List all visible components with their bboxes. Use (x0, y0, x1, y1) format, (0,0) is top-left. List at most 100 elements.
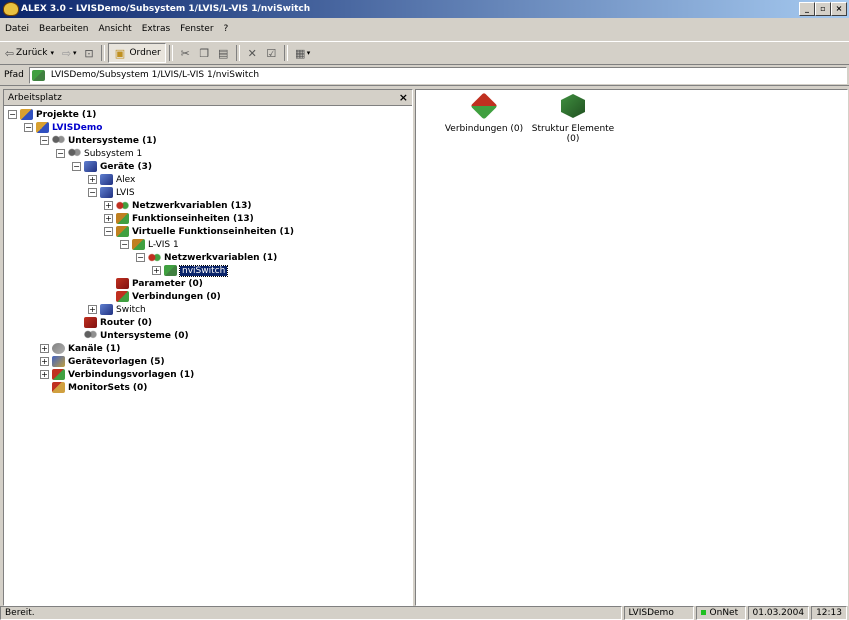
tree-node[interactable]: − Netzwerkvariablen (1) (8, 251, 412, 264)
tree-node[interactable]: Untersysteme (0) (8, 329, 412, 342)
back-button[interactable]: ⇦ Zurück ▾ (0, 44, 57, 62)
toolbar: ⇦ Zurück ▾ ⇨ ▾ ⊡ ▣ Ordner ✂ ❐ ▤ ✕ ☑ ▦ ▾ (0, 41, 849, 65)
address-field[interactable]: LVISDemo/Subsystem 1/LVIS/L-VIS 1/nviSwi… (28, 66, 847, 84)
tree-node[interactable]: − Subsystem 1 (8, 147, 412, 160)
collapse-icon[interactable]: − (136, 253, 145, 262)
nv-icon (116, 200, 129, 211)
expand-icon[interactable]: + (40, 370, 49, 379)
expand-icon[interactable]: + (40, 357, 49, 366)
collapse-icon[interactable]: − (88, 188, 97, 197)
collapse-icon[interactable]: − (24, 123, 33, 132)
project-tree: − Projekte (1) − LVISDemo − Untersysteme (1) −… (4, 106, 412, 394)
tree-node[interactable]: − Geräte (3) (8, 160, 412, 173)
menu-ansicht[interactable]: Ansicht (93, 24, 136, 34)
tree-node-label: Gerätevorlagen (5) (68, 356, 165, 367)
up-button[interactable]: ⊡ (79, 44, 98, 62)
nv-icon (148, 252, 161, 263)
func-icon (116, 213, 129, 224)
people-icon (68, 148, 81, 159)
close-button[interactable]: × (831, 2, 847, 16)
mon-icon (52, 382, 65, 393)
cut-icon: ✂ (180, 46, 190, 60)
expand-icon[interactable]: + (88, 305, 97, 314)
delete-button[interactable]: ✕ (243, 44, 262, 62)
folder-toggle-button[interactable]: ▣ Ordner (108, 43, 166, 63)
toolbar-separator (168, 45, 173, 61)
param-icon (116, 278, 129, 289)
tree-node-label: L-VIS 1 (148, 239, 179, 250)
structure-elements-icon (561, 94, 585, 118)
expand-icon[interactable]: + (152, 266, 161, 275)
tree-node-label: Router (0) (100, 317, 152, 328)
panel-close-button[interactable]: × (399, 91, 408, 104)
conn-icon (52, 369, 65, 380)
collapse-icon[interactable]: − (56, 149, 65, 158)
tree-node[interactable]: + Kanäle (1) (8, 342, 412, 355)
tree-node-label: Netzwerkvariablen (1) (164, 252, 278, 263)
collapse-icon[interactable]: − (8, 110, 17, 119)
views-button[interactable]: ▦ ▾ (291, 44, 314, 62)
connections-item[interactable]: Verbindungen (0) (439, 92, 529, 134)
tree-node-label: LVISDemo (52, 122, 103, 133)
cut-button[interactable]: ✂ (176, 44, 195, 62)
tree-node-label: Virtuelle Funktionseinheiten (1) (132, 226, 295, 237)
tree-node[interactable]: Parameter (0) (8, 277, 412, 290)
paste-button[interactable]: ▤ (214, 44, 233, 62)
collapse-icon[interactable]: − (104, 227, 113, 236)
tree-node-label: LVIS (116, 187, 135, 198)
menu-fenster[interactable]: Fenster (175, 24, 218, 34)
status-network-label: OnNet (709, 607, 739, 618)
content-panel: Verbindungen (0) Struktur Elemente (0) (415, 89, 848, 606)
minimize-button[interactable]: _ (799, 2, 815, 16)
tree-node[interactable]: − Untersysteme (1) (8, 134, 412, 147)
forward-button[interactable]: ⇨ ▾ (57, 44, 80, 62)
back-arrow-icon: ⇦ (4, 46, 15, 60)
address-bar: Pfad LVISDemo/Subsystem 1/LVIS/L-VIS 1/n… (0, 65, 849, 86)
people-icon (52, 135, 65, 146)
tree-node-label: nviSwitch (178, 264, 229, 277)
tree-node-label: MonitorSets (0) (68, 382, 148, 393)
collapse-icon[interactable]: − (72, 162, 81, 171)
toolbar-separator (235, 45, 240, 61)
properties-icon: ☑ (266, 46, 277, 60)
expand-icon[interactable]: + (104, 201, 113, 210)
status-time: 12:13 (811, 605, 847, 620)
tree-node-label: Geräte (3) (100, 161, 153, 172)
tree-node[interactable]: + nviSwitch (8, 264, 412, 277)
menu-bearbeiten[interactable]: Bearbeiten (34, 24, 93, 34)
tree-node[interactable]: + Funktionseinheiten (13) (8, 212, 412, 225)
tree-node[interactable]: MonitorSets (0) (8, 381, 412, 394)
menu-datei[interactable]: Datei (0, 24, 34, 34)
expand-icon[interactable]: + (88, 175, 97, 184)
tree-node[interactable]: − L-VIS 1 (8, 238, 412, 251)
tree-node[interactable]: − LVISDemo (8, 121, 412, 134)
tree-node[interactable]: + Alex (8, 173, 412, 186)
tree-node[interactable]: + Switch (8, 303, 412, 316)
expand-icon[interactable]: + (104, 214, 113, 223)
tree-node-label: Switch (116, 304, 146, 315)
properties-button[interactable]: ☑ (262, 44, 281, 62)
tree-node-label: Verbindungen (0) (132, 291, 221, 302)
collapse-icon[interactable]: − (40, 136, 49, 145)
delete-icon: ✕ (247, 46, 257, 60)
menu-extras[interactable]: Extras (137, 24, 175, 34)
tree-node-label: Untersysteme (0) (100, 330, 189, 341)
tree-node[interactable]: Router (0) (8, 316, 412, 329)
nvi-icon (164, 265, 177, 276)
menu-bar: Datei Bearbeiten Ansicht Extras Fenster … (0, 21, 233, 37)
menu-help[interactable]: ? (219, 24, 234, 34)
tree-node[interactable]: − Virtuelle Funktionseinheiten (1) (8, 225, 412, 238)
tree-node[interactable]: + Verbindungsvorlagen (1) (8, 368, 412, 381)
expand-icon[interactable]: + (40, 344, 49, 353)
network-variable-icon (31, 69, 45, 81)
structure-elements-item[interactable]: Struktur Elemente (0) (528, 92, 618, 144)
status-project: LVISDemo (623, 605, 694, 620)
tree-node[interactable]: + Netzwerkvariablen (13) (8, 199, 412, 212)
collapse-icon[interactable]: − (120, 240, 129, 249)
tree-node[interactable]: Verbindungen (0) (8, 290, 412, 303)
tree-node[interactable]: − Projekte (1) (8, 108, 412, 121)
copy-button[interactable]: ❐ (195, 44, 214, 62)
tree-node[interactable]: + Gerätevorlagen (5) (8, 355, 412, 368)
restore-button[interactable]: ▫ (815, 2, 831, 16)
tree-node[interactable]: − LVIS (8, 186, 412, 199)
